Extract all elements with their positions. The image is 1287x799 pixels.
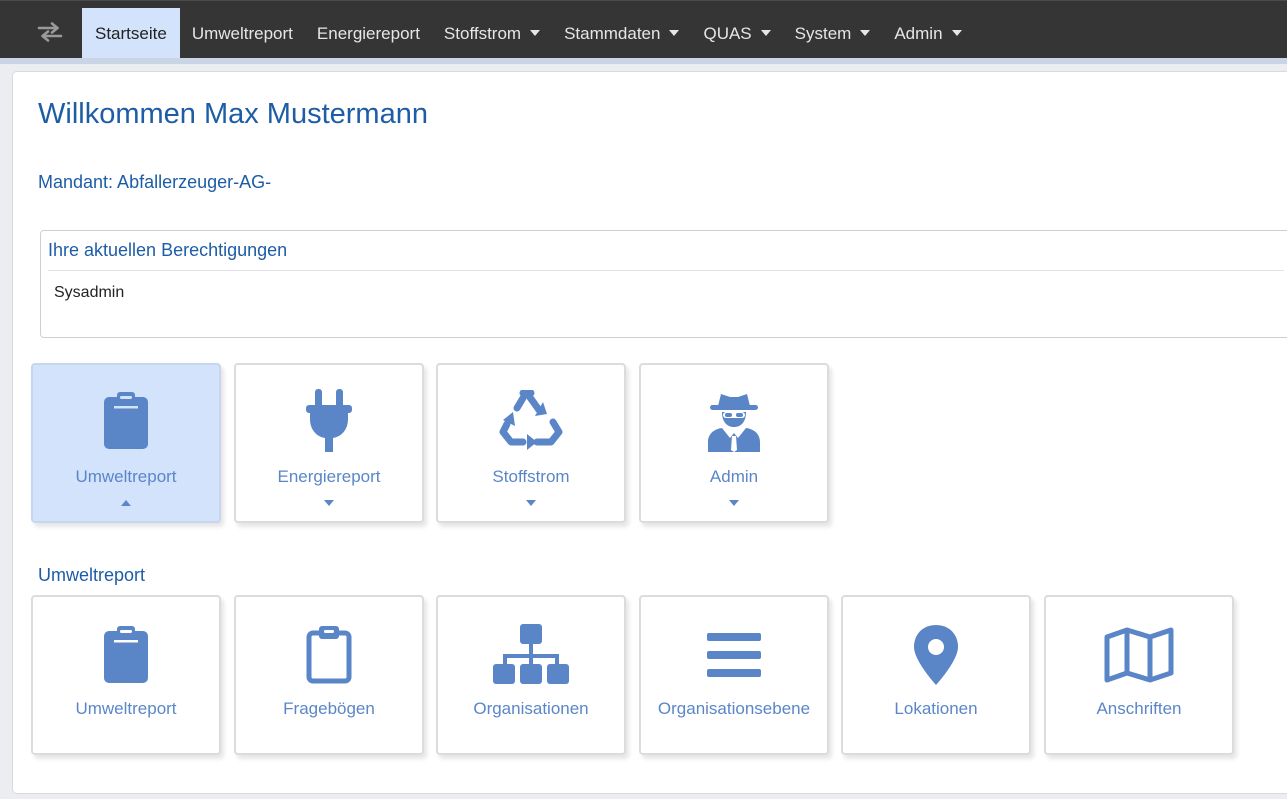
nav-item-label: Startseite [95, 23, 167, 43]
nav-item-admin[interactable]: Admin [882, 8, 973, 59]
caret-down-icon [951, 29, 962, 36]
tile-label: Anschriften [1096, 699, 1182, 718]
nav-item-label: Admin [894, 23, 943, 43]
caret-up-icon [121, 500, 131, 506]
nav-item-label: QUAS [703, 23, 752, 43]
tile-label: Organisationen [473, 699, 589, 718]
tile-umweltreport[interactable]: Umweltreport [31, 595, 221, 755]
module-tile-umweltreport[interactable]: Umweltreport [31, 363, 221, 523]
module-tile-energiereport[interactable]: Energiereport [234, 363, 424, 523]
tile-label: Energiereport [277, 467, 381, 486]
tile-label: Umweltreport [75, 467, 177, 486]
module-tile-admin[interactable]: Admin [639, 363, 829, 523]
caret-down-icon [526, 500, 536, 506]
tile-anschriften[interactable]: Anschriften [1044, 595, 1234, 755]
nav-item-label: System [794, 23, 852, 43]
exchange-arrows-icon[interactable] [30, 17, 70, 47]
caret-down-icon [729, 500, 739, 506]
divider [48, 270, 1284, 271]
nav-item-stoffstrom[interactable]: Stoffstrom [432, 8, 552, 59]
caret-down-icon [324, 500, 334, 506]
module-tile-stoffstrom[interactable]: Stoffstrom [436, 363, 626, 523]
tile-label: Umweltreport [75, 699, 177, 718]
nav-item-label: Umweltreport [191, 23, 293, 43]
tile-label: Admin [709, 467, 759, 486]
nav-item-label: Stoffstrom [443, 23, 522, 43]
nav-item-system[interactable]: System [783, 8, 883, 59]
tile-organisationen[interactable]: Organisationen [436, 595, 626, 755]
tile-label: Organisationsebene [657, 699, 811, 718]
nav-item-energiereport[interactable]: Energiereport [305, 8, 432, 59]
navbar-underline [0, 58, 1287, 64]
page-title: Willkommen Max Mustermann [38, 98, 428, 130]
sitemap-icon [493, 624, 569, 684]
map-marker-icon [914, 625, 958, 685]
mandant-label: Mandant: Abfallerzeuger-AG- [38, 172, 272, 192]
nav-item-label: Energiereport [316, 23, 420, 43]
nav-item-umweltreport[interactable]: Umweltreport [180, 8, 305, 59]
nav-item-stammdaten[interactable]: Stammdaten [552, 8, 691, 59]
permissions-title: Ihre aktuellen Berechtigungen [48, 240, 288, 260]
recycle-icon [499, 390, 563, 450]
permissions-value: Sysadmin [54, 284, 125, 301]
section-title: Umweltreport [38, 565, 146, 585]
top-navbar: Startseite Umweltreport Energiereport St… [0, 0, 1287, 59]
tile-label: Fragebögen [283, 699, 375, 718]
tile-lokationen[interactable]: Lokationen [841, 595, 1031, 755]
tile-label: Lokationen [894, 699, 978, 718]
tile-frageboegen[interactable]: Fragebögen [234, 595, 424, 755]
clipboard-outline-icon [306, 626, 352, 684]
tile-organisationsebene[interactable]: Organisationsebene [639, 595, 829, 755]
caret-down-icon [760, 29, 771, 36]
nav-item-quas[interactable]: QUAS [691, 8, 782, 59]
plug-icon [306, 389, 352, 452]
caret-down-icon [860, 29, 871, 36]
map-icon [1104, 627, 1174, 683]
clipboard-icon [104, 626, 148, 683]
caret-down-icon [669, 29, 680, 36]
user-secret-icon [708, 394, 760, 452]
clipboard-icon [104, 392, 148, 449]
tile-label: Stoffstrom [492, 467, 570, 486]
nav-item-label: Stammdaten [564, 23, 661, 43]
nav-menu: Startseite Umweltreport Energiereport St… [82, 8, 974, 59]
bars-icon [707, 633, 761, 677]
caret-down-icon [530, 29, 541, 36]
nav-item-startseite[interactable]: Startseite [82, 8, 180, 59]
